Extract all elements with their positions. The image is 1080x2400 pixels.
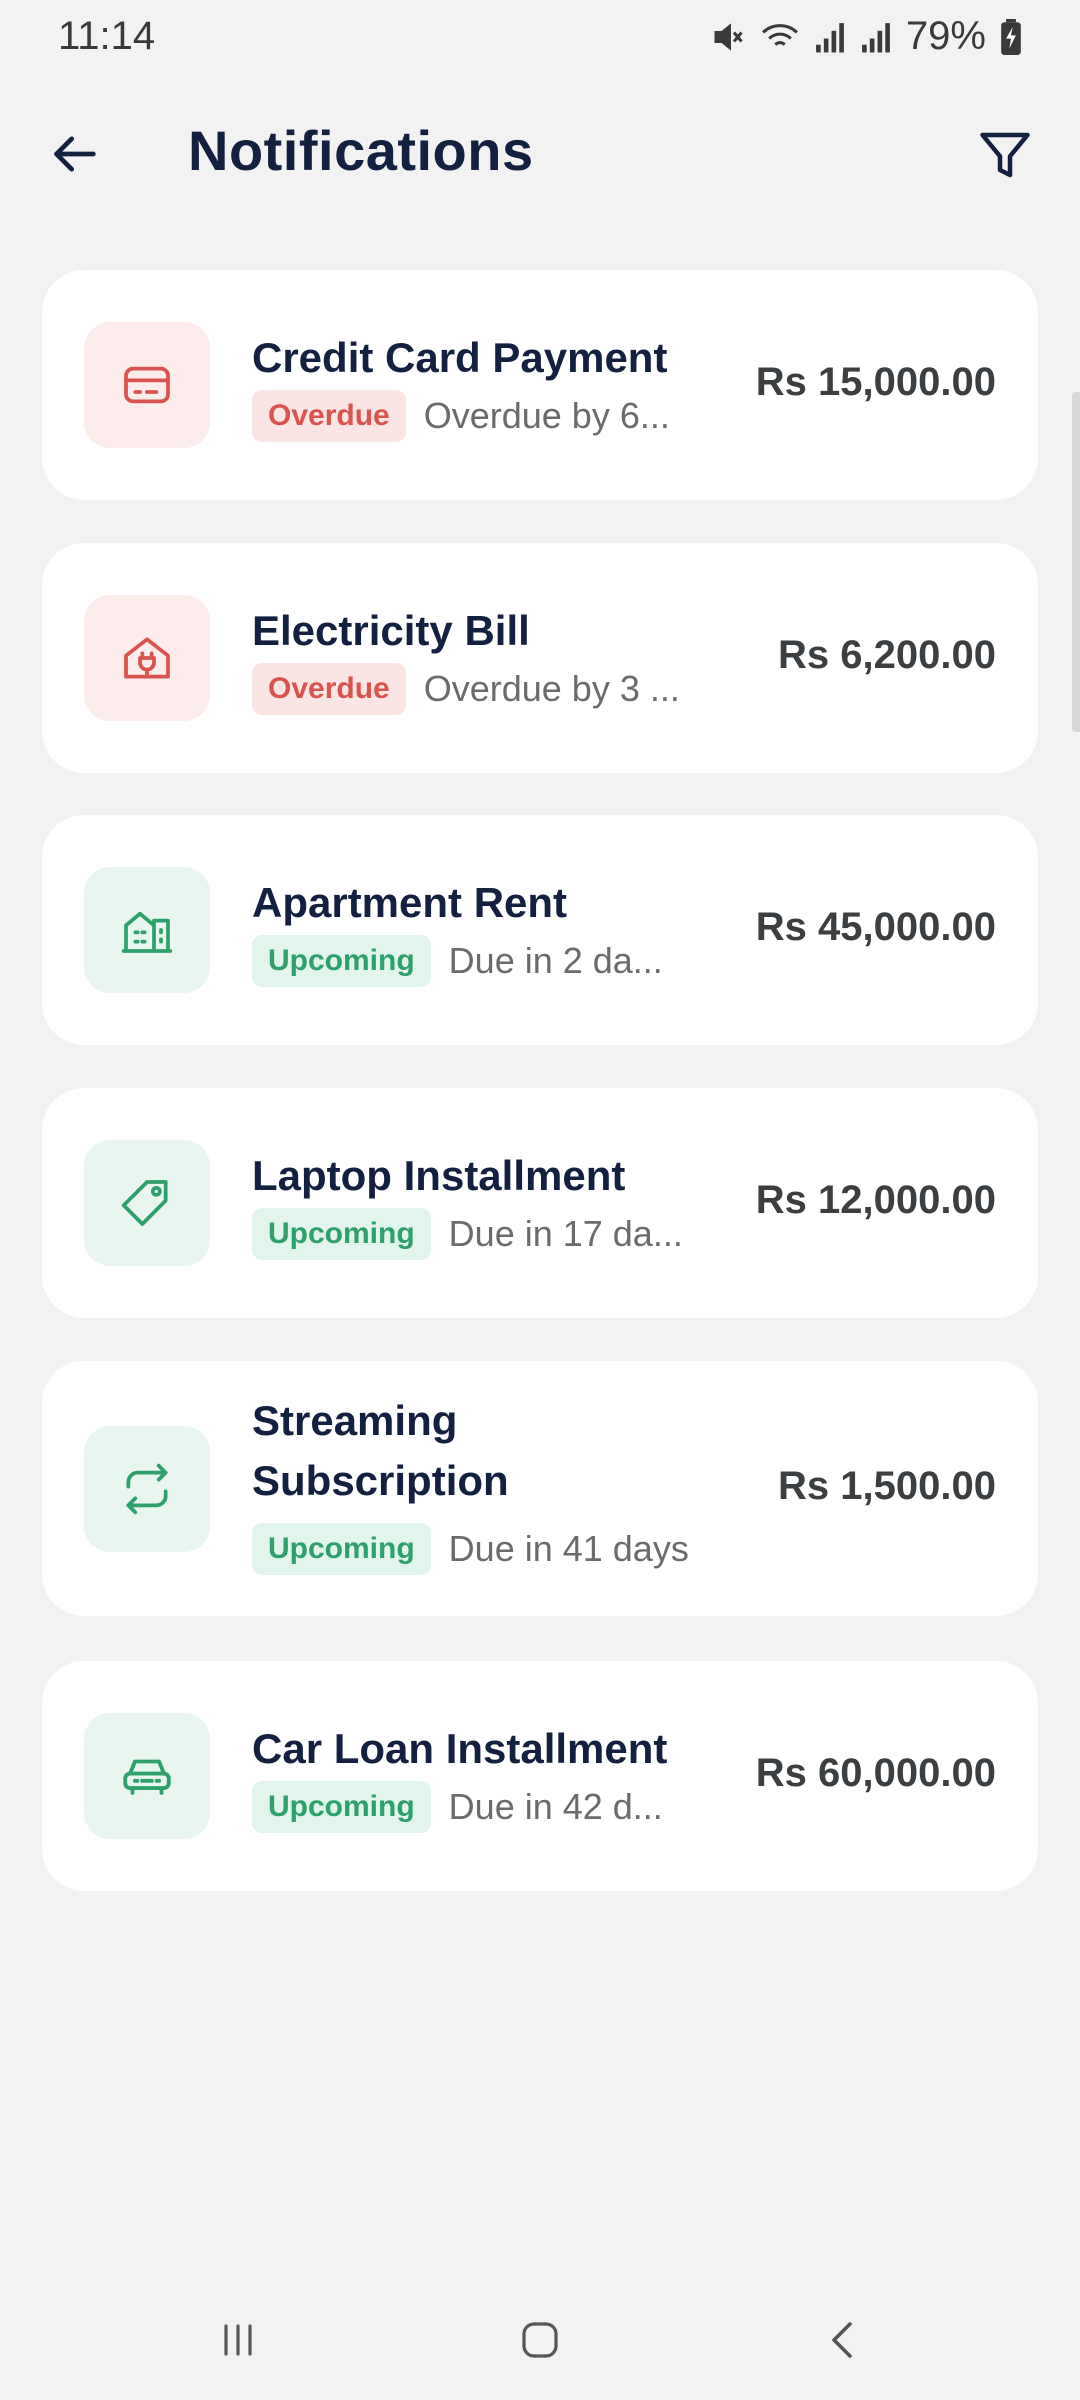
notification-detail: Due in 42 d...: [448, 1786, 663, 1827]
page-title: Notifications: [188, 119, 534, 182]
credit-card-icon: [124, 366, 170, 404]
status-bar: 11:14 79%: [0, 0, 1080, 80]
notification-card[interactable]: Credit Card Payment Overdue Overdue by 6…: [42, 270, 1038, 500]
icon-box: [84, 595, 210, 721]
icon-box: [84, 867, 210, 993]
tag-icon: [121, 1180, 168, 1226]
notification-card[interactable]: Car Loan Installment Upcoming Due in 42 …: [42, 1661, 1038, 1891]
wifi-icon: [760, 19, 800, 55]
notification-title: Credit Card Payment: [252, 334, 668, 381]
notification-title: Electricity Bill: [252, 607, 530, 654]
notification-title: Streaming Subscription: [252, 1397, 509, 1504]
icon-box: [84, 1426, 210, 1552]
icon-box: [84, 1140, 210, 1266]
notification-detail: Due in 41 days: [448, 1528, 689, 1569]
notification-detail: Overdue by 6...: [423, 395, 670, 436]
back-nav-button[interactable]: [804, 2300, 884, 2380]
scrollbar[interactable]: [1072, 392, 1080, 732]
notification-title: Laptop Installment: [252, 1152, 626, 1199]
notification-detail: Due in 17 da...: [448, 1213, 683, 1254]
notification-meta: Upcoming Due in 17 da...: [252, 1208, 683, 1260]
header: Notifications: [0, 100, 1080, 210]
notification-card[interactable]: Streaming Subscription Upcoming Due in 4…: [42, 1361, 1038, 1616]
notification-amount: Rs 12,000.00: [755, 1178, 996, 1222]
battery-percent: 79%: [905, 14, 986, 58]
notification-amount: Rs 15,000.00: [755, 360, 996, 404]
status-icons: 79%: [710, 14, 1022, 59]
chevron-left-icon: [832, 2322, 852, 2358]
notification-meta: Upcoming Due in 42 d...: [252, 1781, 663, 1833]
home-icon: [522, 2322, 558, 2358]
notification-amount: Rs 45,000.00: [755, 905, 996, 949]
arrow-left-icon: [54, 136, 96, 172]
signal-icon: [814, 20, 846, 54]
status-badge: Upcoming: [252, 1523, 431, 1575]
status-badge: Overdue: [252, 663, 406, 715]
signal-icon-2: [860, 20, 892, 54]
repeat-icon: [126, 1463, 168, 1515]
notification-amount: Rs 1,500.00: [778, 1464, 996, 1508]
home-plug-icon: [124, 637, 170, 679]
notification-detail: Due in 2 da...: [448, 940, 663, 981]
notification-card[interactable]: Apartment Rent Upcoming Due in 2 da... R…: [42, 815, 1038, 1045]
recents-button[interactable]: [198, 2300, 278, 2380]
filter-icon: [980, 132, 1030, 178]
notification-amount: Rs 60,000.00: [755, 1751, 996, 1795]
notification-meta: Upcoming Due in 41 days: [252, 1523, 689, 1575]
status-badge: Upcoming: [252, 1208, 431, 1260]
recents-icon: [224, 2324, 252, 2356]
notification-meta: Overdue Overdue by 3 ...: [252, 663, 680, 715]
status-badge: Overdue: [252, 390, 406, 442]
mute-icon: [710, 19, 746, 55]
filter-button[interactable]: [970, 120, 1040, 190]
notification-meta: Upcoming Due in 2 da...: [252, 935, 663, 987]
notification-detail: Overdue by 3 ...: [423, 668, 680, 709]
car-icon: [123, 1759, 171, 1795]
notification-title: Apartment Rent: [252, 879, 568, 926]
icon-box: [84, 322, 210, 448]
status-badge: Upcoming: [252, 1781, 431, 1833]
status-time: 11:14: [58, 14, 156, 58]
status-badge: Upcoming: [252, 935, 431, 987]
building-icon: [121, 911, 173, 953]
notification-card[interactable]: Electricity Bill Overdue Overdue by 3 ..…: [42, 543, 1038, 773]
icon-box: [84, 1713, 210, 1839]
back-button[interactable]: [44, 122, 108, 186]
battery-icon: [1000, 18, 1022, 55]
system-nav-bar: [0, 2280, 1080, 2390]
notification-meta: Overdue Overdue by 6...: [252, 390, 670, 442]
notification-amount: Rs 6,200.00: [778, 633, 996, 677]
notification-card[interactable]: Laptop Installment Upcoming Due in 17 da…: [42, 1088, 1038, 1318]
home-button[interactable]: [500, 2300, 580, 2380]
notification-title: Car Loan Installment: [252, 1725, 668, 1772]
